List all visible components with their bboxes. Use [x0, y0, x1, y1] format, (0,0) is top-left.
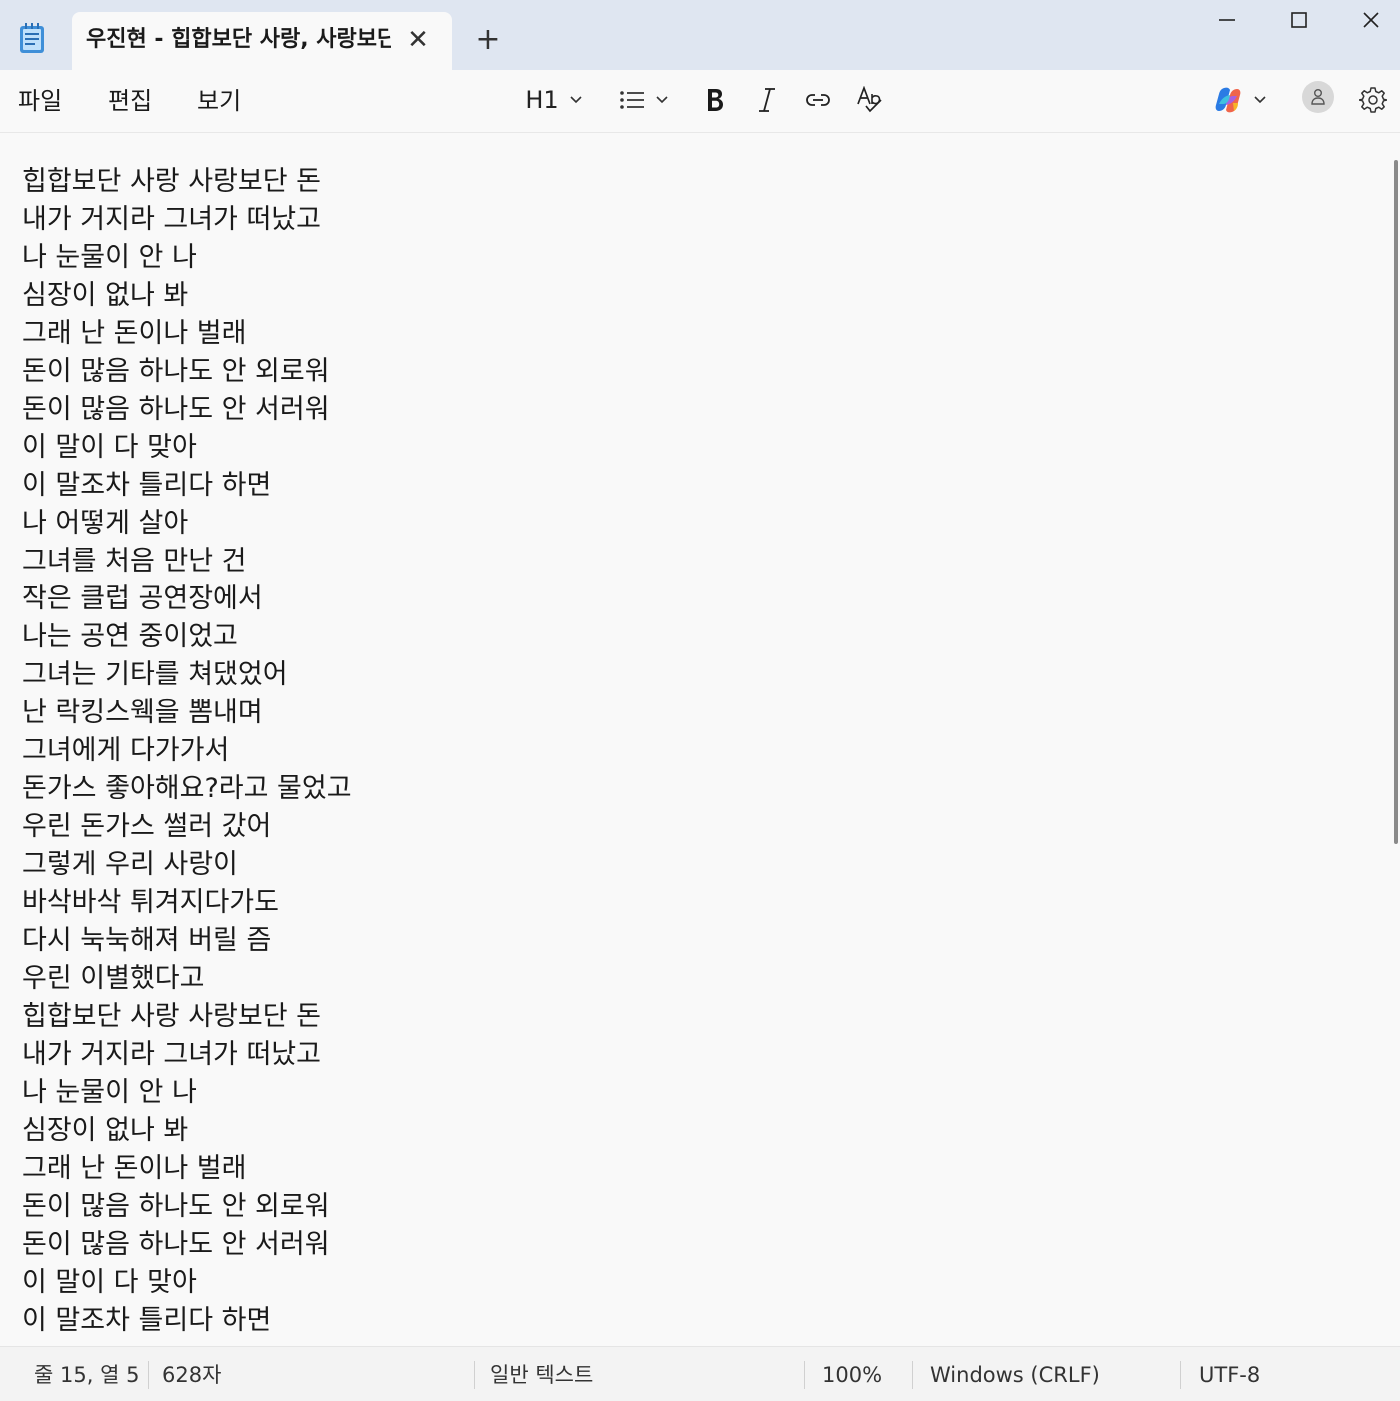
text-line: 이 말조차 틀리다 하면 [22, 469, 272, 501]
text-line: 심장이 없나 봐 [22, 1114, 189, 1146]
new-tab-button[interactable]: + [470, 22, 506, 58]
maximize-button[interactable] [1264, 0, 1334, 40]
text-line: 내가 거지라 그녀가 떠났고 [22, 1038, 321, 1070]
menu-file[interactable]: 파일 [18, 84, 62, 118]
text-line: 우린 이별했다고 [22, 963, 205, 995]
close-window-button[interactable] [1336, 0, 1400, 40]
italic-button[interactable] [752, 80, 782, 120]
text-line: 돈이 많음 하나도 안 서러워 [22, 393, 330, 425]
gear-icon [1359, 87, 1387, 113]
link-button[interactable] [802, 80, 834, 120]
text-line: 우린 돈가스 썰러 갔어 [22, 811, 272, 843]
heading-dropdown[interactable]: H1 [524, 80, 584, 120]
text-line: 돈가스 좋아해요?라고 물었고 [22, 773, 352, 805]
title-bar: 우진현 - 힙합보단 사랑, 사랑보단 돈 ✕ + [0, 0, 1400, 70]
text-line: 그녀에게 다가가서 [22, 735, 230, 767]
text-editor[interactable]: 힙합보단 사랑 사랑보단 돈 내가 거지라 그녀가 떠났고 나 눈물이 안 나 심장이… [0, 133, 1390, 1345]
maximize-icon [1291, 12, 1307, 28]
text-line: 이 말이 다 맞아 [22, 1266, 197, 1298]
text-line: 바삭바삭 튀겨지다가도 [22, 887, 279, 919]
status-divider [804, 1361, 805, 1389]
italic-icon [759, 88, 775, 112]
user-icon [1311, 89, 1325, 105]
list-icon [620, 91, 644, 109]
text-format[interactable]: 일반 텍스트 [490, 1361, 593, 1389]
status-divider [912, 1361, 913, 1389]
notepad-icon [20, 23, 44, 53]
bold-icon [708, 89, 723, 111]
status-divider [474, 1361, 475, 1389]
text-line: 돈이 많음 하나도 안 외로워 [22, 355, 330, 387]
text-line: 나는 공연 중이었고 [22, 621, 238, 653]
text-line: 돈이 많음 하나도 안 서러워 [22, 1228, 330, 1260]
menu-edit[interactable]: 편집 [108, 84, 152, 118]
text-line: 그래 난 돈이나 벌래 [22, 1152, 247, 1184]
close-icon [1363, 12, 1379, 28]
copilot-icon [1215, 87, 1241, 113]
chevron-down-icon [570, 96, 582, 104]
text-line: 그래 난 돈이나 벌래 [22, 317, 247, 349]
text-line: 작은 클럽 공연장에서 [22, 583, 263, 615]
settings-button[interactable] [1356, 80, 1390, 120]
text-line: 나 어떻게 살아 [22, 507, 189, 539]
spellcheck-button[interactable] [854, 80, 886, 120]
account-avatar[interactable] [1302, 81, 1334, 113]
text-line: 난 락킹스웩을 뽐내며 [22, 697, 263, 729]
text-line: 힙합보단 사랑 사랑보단 돈 [22, 1000, 321, 1032]
text-line: 이 말조차 틀리다 하면 [22, 1304, 272, 1336]
status-divider [148, 1361, 149, 1389]
chevron-down-icon [656, 96, 668, 104]
encoding[interactable]: UTF-8 [1199, 1361, 1260, 1389]
minimize-icon [1219, 19, 1235, 21]
status-divider [1180, 1361, 1181, 1389]
text-line: 힙합보단 사랑 사랑보단 돈 [22, 166, 321, 197]
toolbar: 파일 편집 보기 H1 [0, 70, 1400, 133]
minimize-button[interactable] [1192, 0, 1262, 40]
menu-view[interactable]: 보기 [197, 84, 241, 118]
close-tab-icon[interactable]: ✕ [402, 24, 434, 56]
text-line: 나 눈물이 안 나 [22, 241, 197, 273]
copilot-button[interactable] [1208, 80, 1272, 120]
tab-title: 우진현 - 힙합보단 사랑, 사랑보단 돈 [86, 27, 391, 52]
list-dropdown[interactable] [614, 80, 674, 120]
line-ending[interactable]: Windows (CRLF) [930, 1361, 1100, 1389]
cursor-position: 줄 15, 열 5 [34, 1363, 140, 1387]
text-line: 다시 눅눅해져 버릴 즘 [22, 925, 272, 957]
bold-button[interactable] [700, 80, 730, 120]
text-line: 그녀를 처음 만난 건 [22, 545, 247, 577]
text-line: 나 눈물이 안 나 [22, 1076, 197, 1108]
text-line: 심장이 없나 봐 [22, 279, 189, 311]
character-count: 628자 [162, 1363, 222, 1387]
chevron-down-icon [1254, 96, 1266, 104]
vertical-scrollbar[interactable] [1394, 160, 1398, 844]
text-line: 돈이 많음 하나도 안 외로워 [22, 1190, 330, 1222]
text-line: 그녀는 기타를 쳐댔었어 [22, 659, 288, 691]
editor-lines: 힙합보단 사랑 사랑보단 돈 내가 거지라 그녀가 떠났고 나 눈물이 안 나 심장이… [22, 163, 352, 1340]
zoom-level[interactable]: 100% [822, 1361, 882, 1389]
text-line: 내가 거지라 그녀가 떠났고 [22, 203, 321, 235]
spellcheck-icon [857, 86, 882, 113]
heading-label: H1 [525, 86, 559, 114]
link-icon [806, 94, 830, 106]
document-tab[interactable]: 우진현 - 힙합보단 사랑, 사랑보단 돈 ✕ [72, 12, 452, 70]
status-bar: 줄 15, 열 5 628자 일반 텍스트 100% Windows (CRLF… [0, 1346, 1400, 1401]
text-line: 그렇게 우리 사랑이 [22, 849, 238, 881]
text-line: 이 말이 다 맞아 [22, 431, 197, 463]
